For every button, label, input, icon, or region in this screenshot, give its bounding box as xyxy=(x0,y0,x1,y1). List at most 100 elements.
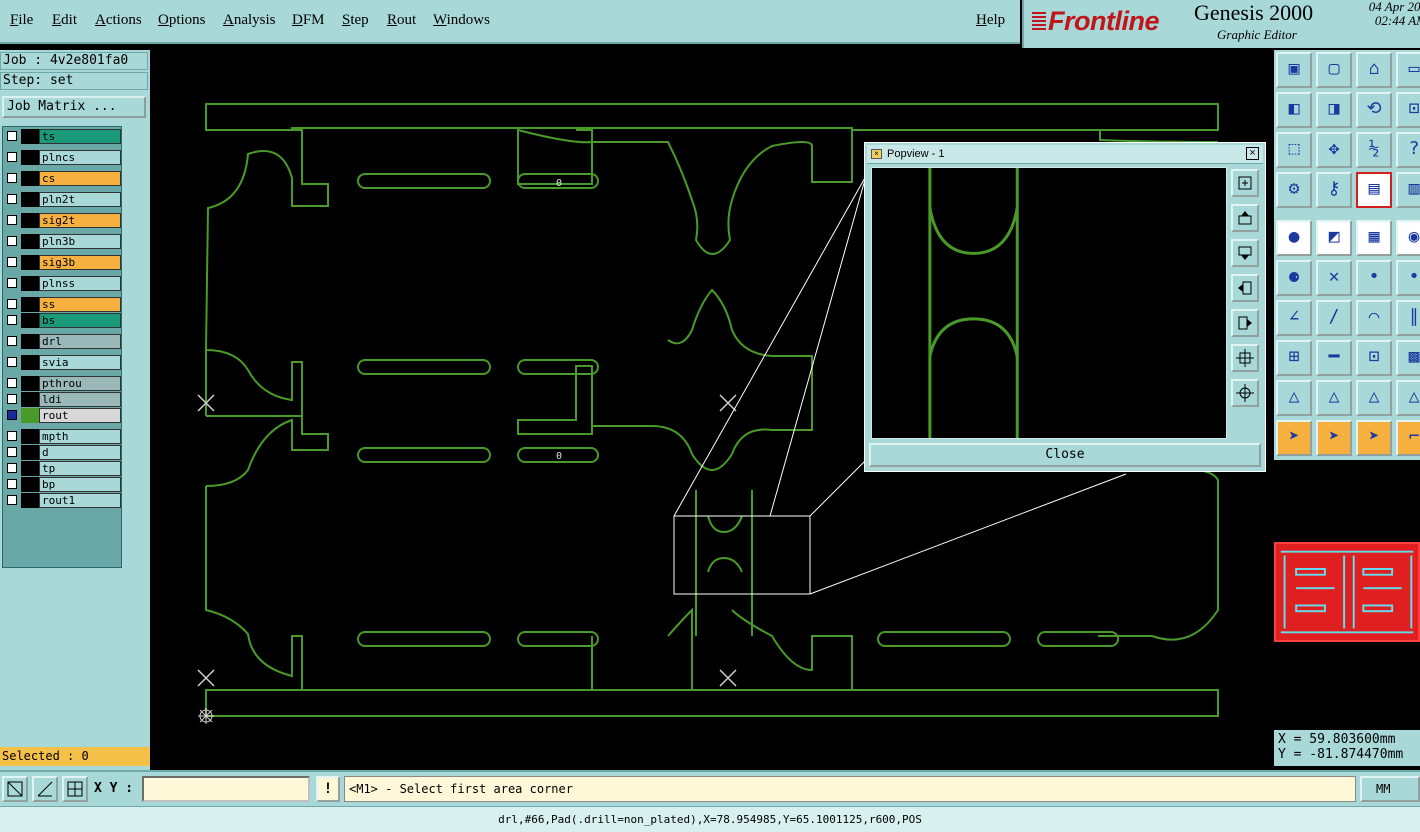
layer-row-sig2t[interactable]: sig2t xyxy=(5,213,121,228)
popview-canvas[interactable] xyxy=(871,167,1227,439)
layer-row-cs[interactable]: cs xyxy=(5,171,121,186)
help-tool[interactable]: ? xyxy=(1396,132,1420,168)
layer-color-swatch[interactable] xyxy=(21,313,39,328)
menu-rout[interactable]: Rout xyxy=(387,12,416,29)
layer-checkbox[interactable] xyxy=(7,215,17,225)
popview-home-button[interactable] xyxy=(1231,379,1259,407)
menu-dfm[interactable]: DFM xyxy=(292,12,325,29)
layer-checkbox[interactable] xyxy=(7,131,17,141)
measure-mode-button[interactable] xyxy=(32,776,58,802)
select-area-tool[interactable]: ◩ xyxy=(1316,220,1352,256)
layer-checkbox[interactable] xyxy=(7,278,17,288)
close-icon[interactable]: × xyxy=(1246,147,1259,160)
popview-fit-button[interactable] xyxy=(1231,344,1259,372)
menu-file[interactable]: File xyxy=(10,12,33,29)
layer-color-swatch[interactable] xyxy=(21,213,39,228)
layer-color-swatch[interactable] xyxy=(21,355,39,370)
add-pad-tool[interactable]: ● xyxy=(1276,220,1312,256)
layer-checkbox[interactable] xyxy=(7,315,17,325)
layer-row-bs[interactable]: bs xyxy=(5,313,121,328)
menu-windows[interactable]: Windows xyxy=(433,12,490,29)
layer-row-pln2t[interactable]: pln2t xyxy=(5,192,121,207)
layer-name[interactable]: bp xyxy=(39,477,121,492)
popview-close-button[interactable]: Close xyxy=(869,443,1261,467)
layer-color-swatch[interactable] xyxy=(21,408,39,423)
pointer-2-tool[interactable]: ➤ xyxy=(1316,420,1352,456)
parallel-tool[interactable]: ∥ xyxy=(1396,300,1420,336)
pointer-tool[interactable]: ➤ xyxy=(1276,420,1312,456)
snap-tool[interactable]: ⊡ xyxy=(1356,340,1392,376)
blocks-tool[interactable]: ▩ xyxy=(1396,340,1420,376)
layer-color-swatch[interactable] xyxy=(21,376,39,391)
job-matrix-button[interactable]: Job Matrix ... xyxy=(2,96,146,118)
menu-edit[interactable]: Edit xyxy=(52,12,77,29)
layer-checkbox[interactable] xyxy=(7,152,17,162)
fit-tool[interactable]: ⬚ xyxy=(1276,132,1312,168)
layer-row-mpth[interactable]: mpth xyxy=(5,429,121,444)
line-tool[interactable]: / xyxy=(1316,300,1352,336)
layer-row-rout[interactable]: rout xyxy=(5,408,121,423)
layer-name[interactable]: cs xyxy=(39,171,121,186)
layer-checkbox[interactable] xyxy=(7,431,17,441)
unit-button[interactable]: MM xyxy=(1360,776,1420,802)
layer-row-pln3b[interactable]: pln3b xyxy=(5,234,121,249)
triangle-2-tool[interactable]: △ xyxy=(1316,380,1352,416)
grid-button[interactable] xyxy=(62,776,88,802)
circle-tool[interactable]: ◉ xyxy=(1396,220,1420,256)
layer-checkbox[interactable] xyxy=(7,194,17,204)
pad-move-tool[interactable]: ⊞ xyxy=(1276,340,1312,376)
layer-checkbox[interactable] xyxy=(7,173,17,183)
popview-pan-down-button[interactable] xyxy=(1231,239,1259,267)
layer-row-ldi[interactable]: ldi xyxy=(5,392,121,407)
pointer-3-tool[interactable]: ➤ xyxy=(1356,420,1392,456)
window-tool[interactable]: ▭ xyxy=(1396,52,1420,88)
layer-row-drl[interactable]: drl xyxy=(5,334,121,349)
triangle-tool[interactable]: △ xyxy=(1276,380,1312,416)
unlock-tool[interactable]: ⊡ xyxy=(1396,92,1420,128)
layer-row-svia[interactable]: svia xyxy=(5,355,121,370)
layer-name[interactable]: drl xyxy=(39,334,121,349)
ruler-tool[interactable]: ▦ xyxy=(1356,220,1392,256)
layer-row-d[interactable]: d xyxy=(5,445,121,460)
layer-row-ts[interactable]: ts xyxy=(5,129,121,144)
route-tool[interactable]: ⌐ xyxy=(1396,420,1420,456)
popview-pan-up-button[interactable] xyxy=(1231,204,1259,232)
layer-checkbox[interactable] xyxy=(7,394,17,404)
menu-help[interactable]: Help xyxy=(976,12,1005,29)
layer-name[interactable]: mpth xyxy=(39,429,121,444)
layer-checkbox[interactable] xyxy=(7,410,17,420)
flip-tool[interactable]: ⟲ xyxy=(1356,92,1392,128)
layer-name[interactable]: plnss xyxy=(39,276,121,291)
triangle-4-tool[interactable]: △ xyxy=(1396,380,1420,416)
warning-button[interactable]: ! xyxy=(316,776,340,802)
popview-pan-right-button[interactable] xyxy=(1231,309,1259,337)
layer-row-ss[interactable]: ss xyxy=(5,297,121,312)
menu-actions[interactable]: Actions xyxy=(95,12,142,29)
move-left-tool[interactable]: ◧ xyxy=(1276,92,1312,128)
layer-name[interactable]: d xyxy=(39,445,121,460)
layers-tool[interactable]: ▤ xyxy=(1356,172,1392,208)
layer-checkbox[interactable] xyxy=(7,495,17,505)
point-2-tool[interactable]: • xyxy=(1396,260,1420,296)
arc-tool[interactable]: ⌒ xyxy=(1356,300,1392,336)
import-tool[interactable]: ▣ xyxy=(1276,52,1312,88)
layer-name[interactable]: plncs xyxy=(39,150,121,165)
layer-name[interactable]: pthrou xyxy=(39,376,121,391)
layer-color-swatch[interactable] xyxy=(21,334,39,349)
move-right-tool[interactable]: ◨ xyxy=(1316,92,1352,128)
layer-row-plncs[interactable]: plncs xyxy=(5,150,121,165)
key-tool[interactable]: ⚷ xyxy=(1316,172,1352,208)
layer-row-plnss[interactable]: plnss xyxy=(5,276,121,291)
layer-color-swatch[interactable] xyxy=(21,445,39,460)
layer-row-pthrou[interactable]: pthrou xyxy=(5,376,121,391)
layer-checkbox[interactable] xyxy=(7,336,17,346)
layer-checkbox[interactable] xyxy=(7,463,17,473)
layer-name[interactable]: ldi xyxy=(39,392,121,407)
layer-name[interactable]: sig3b xyxy=(39,255,121,270)
home-tool[interactable]: ⌂ xyxy=(1356,52,1392,88)
center-tool[interactable]: ✥ xyxy=(1316,132,1352,168)
layer-checkbox[interactable] xyxy=(7,378,17,388)
layer-name[interactable]: svia xyxy=(39,355,121,370)
menu-step[interactable]: Step xyxy=(342,12,369,29)
layer-color-swatch[interactable] xyxy=(21,297,39,312)
